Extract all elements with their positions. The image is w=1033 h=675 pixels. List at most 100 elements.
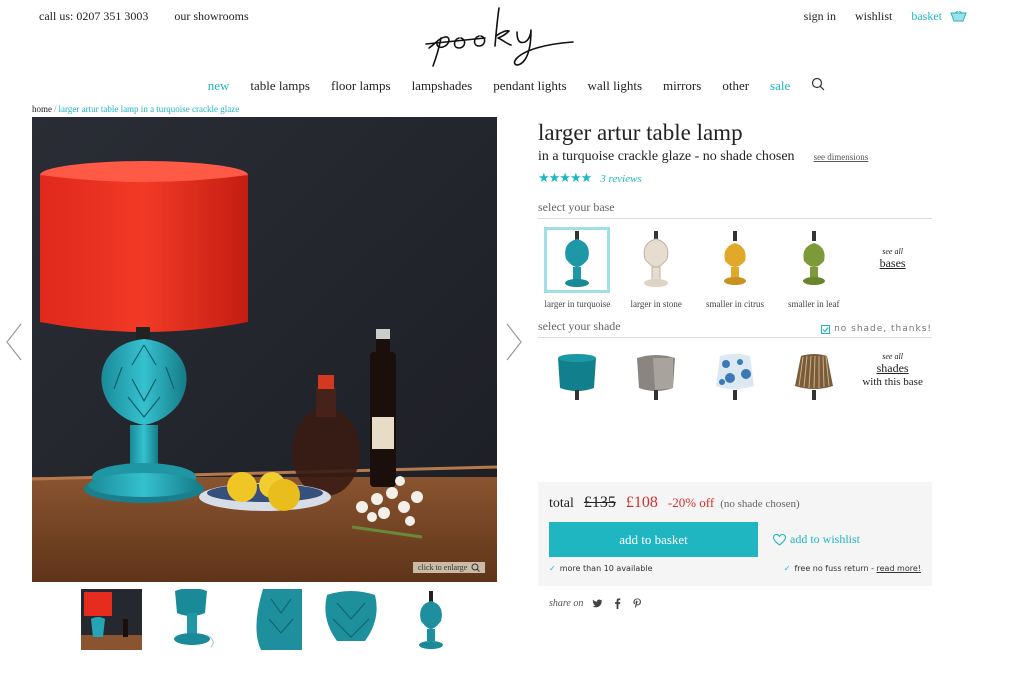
select-base-label: select your base [538,200,932,219]
see-all-shades-link[interactable]: see all shades with this base [853,352,932,400]
returns-text: free no fuss return - [794,564,877,573]
showrooms-link[interactable]: our showrooms [174,9,248,24]
base-options: larger in turquoise larger in stone smal… [538,227,932,309]
shade-option-teal[interactable] [538,352,617,400]
total-label: total [549,496,574,511]
base-turquoise-image [544,227,611,293]
share-row: share on [549,598,643,609]
heart-icon [773,533,786,546]
no-shade-text: no shade, thanks! [834,324,932,334]
click-to-enlarge[interactable]: click to enlarge [413,562,486,573]
base-option-label: smaller in citrus [705,299,764,309]
check-icon: ✓ [783,564,791,573]
breadcrumb-home[interactable]: home [32,104,52,114]
nav-item-table-lamps[interactable]: table lamps [250,78,310,94]
price-row: total £135 £108 -20% off (no shade chose… [549,494,921,512]
twitter-icon[interactable] [592,598,603,609]
see-all-shades-text: shades [876,361,909,375]
shade-options: see all shades with this base [538,352,932,400]
basket-link[interactable]: basket [911,9,967,24]
main-nav: new table lamps floor lamps lampshades p… [0,77,1033,95]
stock-text: more than 10 available [559,564,653,573]
nav-item-wall-lights[interactable]: wall lights [588,78,643,94]
basket-icon [950,11,967,22]
check-icon: ✓ [549,564,556,573]
base-option-larger-turquoise[interactable]: larger in turquoise [538,227,617,309]
nav-item-other[interactable]: other [722,78,749,94]
see-all-bases-text: bases [879,256,906,270]
share-label: share on [549,598,584,609]
select-shade-label: select your shade no shade, thanks! [538,319,932,338]
breadcrumb: home / larger artur table lamp in a turq… [32,104,239,114]
select-shade-text: select your shade [538,319,621,333]
breadcrumb-separator: / [54,104,57,114]
nav-item-lampshades[interactable]: lampshades [412,78,473,94]
base-option-label: larger in stone [630,299,682,309]
star-rating-icon: ★★★★★ [538,171,592,186]
search-icon[interactable] [811,77,825,95]
pinterest-icon[interactable] [632,598,643,609]
shade-option-blue-floral[interactable] [696,352,775,400]
action-row: add to basket add to wishlist [549,522,921,557]
facebook-icon[interactable] [612,598,623,609]
main-product-image[interactable] [32,117,497,582]
enlarge-label: click to enlarge [418,563,468,572]
base-leaf-image [781,227,847,293]
zoom-icon [471,563,481,572]
no-shade-option[interactable]: no shade, thanks! [821,324,932,334]
sign-in-link[interactable]: sign in [804,9,836,24]
nav-item-sale[interactable]: sale [770,78,790,94]
see-dimensions-link[interactable]: see dimensions [814,152,869,162]
nav-item-new[interactable]: new [208,78,230,94]
topbar-left: call us: 0207 351 3003 our showrooms [39,9,249,24]
thumbnail-1[interactable] [81,589,142,650]
thumbnail-4[interactable] [321,589,382,650]
product-title: larger artur table lamp [538,120,743,145]
product-info: larger artur table lamp in a turquoise c… [538,119,932,400]
topbar-right: sign in wishlist basket [804,9,967,24]
base-option-label: smaller in leaf [788,299,840,309]
phone-link[interactable]: call us: 0207 351 3003 [39,9,148,24]
pooky-logo[interactable] [425,4,577,70]
see-all-bases-link[interactable]: see all bases [853,227,932,309]
base-option-smaller-citrus[interactable]: smaller in citrus [696,227,775,309]
thumbnail-2[interactable] [161,589,222,650]
meta-row: ✓ more than 10 available ✓ free no fuss re… [549,564,921,573]
base-option-smaller-leaf[interactable]: smaller in leaf [774,227,853,309]
basket-label: basket [911,9,942,23]
add-to-wishlist-link[interactable]: add to wishlist [773,532,860,547]
nav-item-pendant-lights[interactable]: pendant lights [493,78,566,94]
nav-item-floor-lamps[interactable]: floor lamps [331,78,391,94]
read-more-link[interactable]: read more! [877,564,922,573]
thumbnail-5[interactable] [401,589,462,650]
discount-badge: -20% off [667,495,715,510]
checkbox-checked-icon [821,324,831,334]
shade-option-grey[interactable] [617,352,696,400]
reviews-link[interactable]: 3 reviews [600,173,641,185]
price-box: total £135 £108 -20% off (no shade chose… [538,482,932,586]
see-all-shades-extra: with this base [862,376,923,388]
stock-status: ✓ more than 10 available [549,564,653,573]
thumbnail-3[interactable] [241,589,302,650]
shade-option-pleated[interactable] [774,352,853,400]
returns-info: ✓ free no fuss return - read more! [784,564,921,573]
prev-image-arrow[interactable] [3,322,25,362]
now-price: £108 [625,494,658,511]
add-to-wishlist-text: add to wishlist [790,532,861,546]
subtitle-row: in a turquoise crackle glaze - no shade … [538,149,932,165]
product-subtitle: in a turquoise crackle glaze - no shade … [538,149,795,164]
base-stone-image [623,227,689,293]
nav-item-mirrors[interactable]: mirrors [663,78,701,94]
select-base-text: select your base [538,200,615,214]
see-all-small: see all [882,352,903,361]
base-citrus-image [702,227,768,293]
was-price: £135 [583,494,616,511]
price-note: (no shade chosen) [720,498,800,510]
add-to-basket-button[interactable]: add to basket [549,522,758,557]
wishlist-link[interactable]: wishlist [855,9,892,24]
next-image-arrow[interactable] [503,322,525,362]
thumbnail-strip [81,589,462,650]
breadcrumb-current: larger artur table lamp in a turquoise c… [58,104,240,114]
rating: ★★★★★ 3 reviews [538,171,932,186]
base-option-larger-stone[interactable]: larger in stone [617,227,696,309]
